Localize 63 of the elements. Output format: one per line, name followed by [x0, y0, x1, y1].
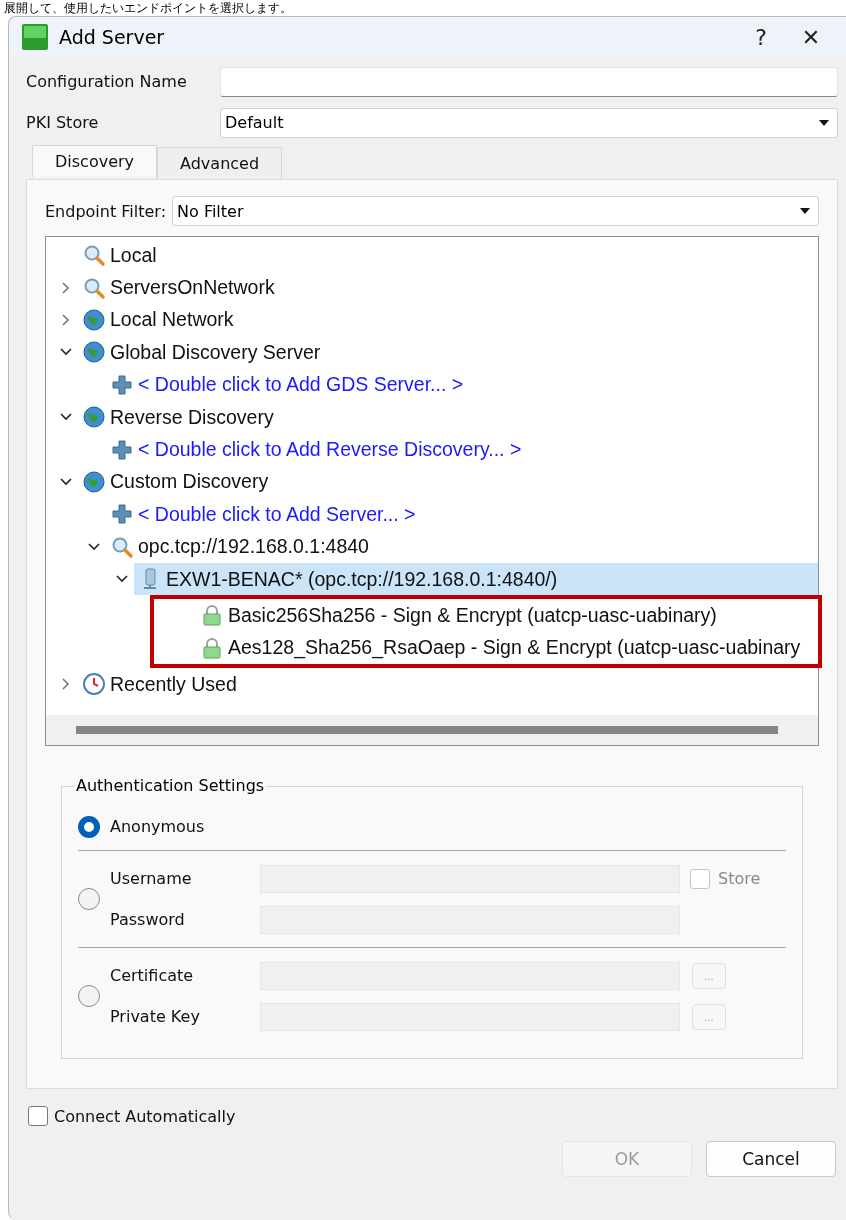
chevron-down-icon[interactable]: [115, 574, 129, 585]
group-title: Authentication Settings: [74, 776, 267, 795]
input-field[interactable]: [220, 66, 838, 97]
tree-item[interactable]: EXW1-BENAC* (opc.tcp://192.168.0.1:4840/): [134, 563, 818, 596]
chevron-down-icon[interactable]: [59, 347, 73, 358]
dialog-button[interactable]: Cancel: [706, 1141, 836, 1177]
tree-item[interactable]: Recently Used: [78, 668, 818, 701]
radio-button[interactable]: [78, 815, 100, 838]
search-icon: [82, 243, 106, 268]
help-button[interactable]: ?: [736, 19, 786, 55]
field-label: Certificate: [110, 966, 195, 985]
tree-item[interactable]: Reverse Discovery: [78, 401, 818, 434]
chevron-right-icon[interactable]: [61, 280, 71, 295]
chevron-right-icon[interactable]: [61, 677, 71, 692]
tree-item[interactable]: < Double click to Add Reverse Discovery... >: [106, 433, 818, 466]
field-label: Endpoint Filter:: [45, 201, 167, 221]
window-title: Add Server: [59, 26, 166, 48]
tab[interactable]: Advanced: [157, 147, 283, 179]
app-logo-icon: [21, 23, 49, 51]
dropdown[interactable]: No Filter: [172, 196, 819, 226]
radio-button[interactable]: [78, 888, 100, 910]
tree-item[interactable]: < Double click to Add Server... >: [106, 498, 818, 531]
clock-icon: [82, 672, 106, 697]
tree-item[interactable]: Aes128_Sha256_RsaOaep - Sign & Encrypt (uatcp-uasc-uabinary: [196, 631, 818, 664]
tree-item[interactable]: Local: [78, 239, 818, 272]
checkbox-label: Connect Automatically: [54, 1106, 236, 1126]
globe-icon: [82, 405, 106, 430]
tree-item[interactable]: < Double click to Add GDS Server... >: [106, 368, 818, 401]
chevron-down-icon[interactable]: [59, 412, 73, 423]
tree-item[interactable]: Global Discovery Server: [78, 336, 818, 369]
lock-icon: [200, 603, 224, 628]
caret-icon: [819, 119, 829, 126]
caret-icon: [800, 208, 810, 214]
caption-text: 展開して、使用したいエンドポイントを選択します。: [3, 0, 293, 16]
plus-icon: [110, 372, 134, 397]
chevron-down-icon[interactable]: [59, 476, 73, 487]
tree-item[interactable]: Basic256Sha256 - Sign & Encrypt (uatcp-uasc-uabinary): [196, 599, 818, 632]
chevron-right-icon[interactable]: [61, 312, 71, 327]
field-label: Username: [110, 869, 193, 888]
plus-icon: [110, 437, 134, 462]
field-label: Configuration Name: [26, 72, 188, 91]
field-label: PKI Store: [26, 113, 100, 132]
radio-button[interactable]: [78, 985, 100, 1007]
checkbox[interactable]: [28, 1106, 48, 1126]
tree-item[interactable]: ServersOnNetwork: [78, 271, 818, 304]
tree-item[interactable]: Custom Discovery: [78, 465, 818, 498]
globe-icon: [82, 307, 106, 332]
plus-icon: [110, 502, 134, 527]
field-label: Anonymous: [110, 817, 206, 836]
globe-icon: [82, 340, 106, 365]
scrollbar[interactable]: [46, 715, 818, 745]
lock-icon: [200, 635, 224, 660]
tree-item[interactable]: opc.tcp://192.168.0.1:4840: [106, 530, 818, 563]
field-label: Private Key: [110, 1007, 201, 1026]
close-button[interactable]: ✕: [786, 19, 836, 55]
checkbox[interactable]: [690, 868, 710, 889]
tab[interactable]: Discovery: [32, 145, 158, 177]
field-label: Password: [110, 910, 186, 929]
tree-item[interactable]: Local Network: [78, 303, 818, 336]
globe-icon: [82, 469, 106, 494]
checkbox-label: Store: [718, 869, 761, 888]
chevron-down-icon[interactable]: [87, 541, 101, 552]
dropdown[interactable]: Default: [220, 107, 838, 138]
